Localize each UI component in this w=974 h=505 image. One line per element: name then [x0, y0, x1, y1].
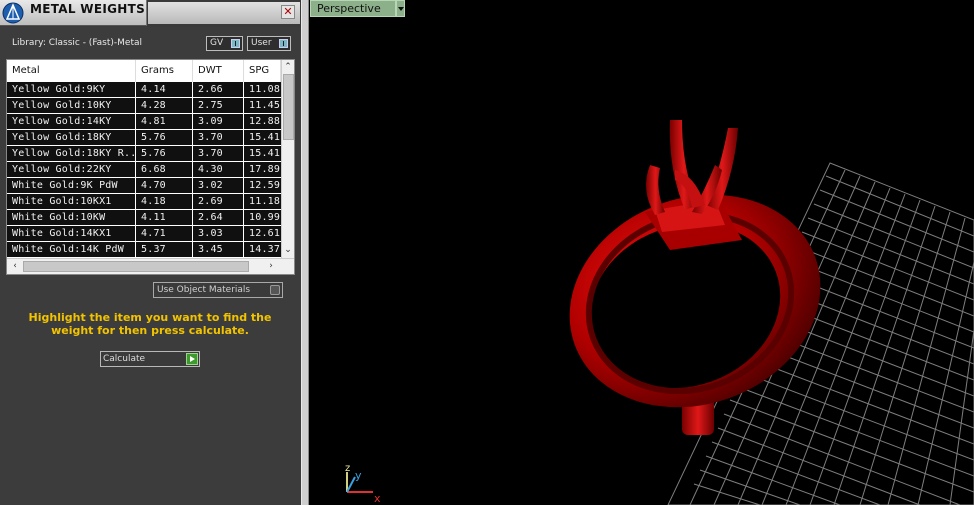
table-row[interactable]: White Gold:10KX1 4.18 2.69 11.18	[7, 194, 281, 210]
calculate-button[interactable]: Calculate	[100, 351, 200, 367]
toggle-indicator-icon	[279, 39, 288, 48]
dwt-cell: 3.45	[193, 242, 244, 257]
dwt-cell: 4.30	[193, 162, 244, 177]
table-row[interactable]: Yellow Gold:18KY 5.76 3.70 15.41	[7, 130, 281, 146]
grams-cell: 4.14	[136, 82, 193, 97]
dwt-cell: 3.02	[193, 178, 244, 193]
spg-cell: 11.45	[249, 100, 281, 111]
dwt-cell: 3.70	[193, 146, 244, 161]
column-header-grams[interactable]: Grams	[136, 60, 193, 82]
spg-cell: 11.18	[249, 196, 281, 207]
metal-cell: Yellow Gold:22KY	[7, 162, 136, 177]
spg-cell: 11.08	[249, 84, 281, 95]
grams-cell: 4.18	[136, 194, 193, 209]
scroll-right-icon[interactable]: ›	[265, 260, 277, 272]
vertical-scrollbar[interactable]: ⌃ ⌄	[281, 60, 294, 258]
use-object-materials-label: Use Object Materials	[157, 285, 251, 295]
metal-cell: White Gold:10KX1	[7, 194, 136, 209]
panel-titlebar: METAL WEIGHTS ✕	[0, 0, 301, 27]
grams-cell: 4.11	[136, 210, 193, 225]
spg-cell: 10.99	[249, 212, 281, 223]
grams-cell: 6.68	[136, 162, 193, 177]
table-row[interactable]: White Gold:10KW 4.11 2.64 10.99	[7, 210, 281, 226]
scroll-down-icon[interactable]: ⌄	[282, 244, 294, 256]
metal-cell: White Gold:9K PdW	[7, 178, 136, 193]
metal-cell: White Gold:14K PdW	[7, 242, 136, 257]
metal-cell: Yellow Gold:10KY	[7, 98, 136, 113]
scroll-left-icon[interactable]: ‹	[9, 260, 21, 272]
user-toggle-label: User	[251, 38, 272, 48]
horizontal-scroll-thumb[interactable]	[23, 261, 249, 272]
library-label: Library: Classic - (Fast)-Metal	[12, 38, 143, 48]
table-header: Metal Grams DWT SPG	[7, 60, 281, 82]
table-row[interactable]: Yellow Gold:22KY 6.68 4.30 17.89	[7, 162, 281, 178]
table-row[interactable]: Yellow Gold:10KY 4.28 2.75 11.45	[7, 98, 281, 114]
grams-cell: 4.71	[136, 226, 193, 241]
grams-cell: 5.37	[136, 242, 193, 257]
spg-cell: 15.41	[249, 148, 281, 159]
spg-cell: 12.61	[249, 228, 281, 239]
column-header-metal[interactable]: Metal	[7, 60, 136, 82]
dwt-cell: 3.70	[193, 130, 244, 145]
metal-weights-panel: METAL WEIGHTS ✕ Library: Classic - (Fast…	[0, 0, 301, 505]
spg-cell: 12.88	[249, 116, 281, 127]
instruction-text: Highlight the item you want to find the …	[28, 311, 272, 337]
play-icon[interactable]	[186, 353, 198, 365]
panel-title: METAL WEIGHTS	[30, 2, 146, 16]
panel-splitter[interactable]	[301, 0, 309, 505]
metal-cell: White Gold:10KW	[7, 210, 136, 225]
dwt-cell: 3.09	[193, 114, 244, 129]
grams-cell: 4.28	[136, 98, 193, 113]
axis-z-label: z	[345, 463, 350, 474]
metal-cell: Yellow Gold:18KY R...	[7, 146, 136, 161]
app-logo-icon	[2, 2, 24, 24]
axis-y-label: y	[355, 469, 362, 482]
horizontal-scrollbar[interactable]: ‹ ›	[7, 258, 294, 274]
dwt-cell: 2.66	[193, 82, 244, 97]
column-header-dwt[interactable]: DWT	[193, 60, 244, 82]
dwt-cell: 3.03	[193, 226, 244, 241]
titlebar-fill	[148, 2, 300, 24]
user-toggle[interactable]: User	[247, 36, 291, 51]
metal-cell: Yellow Gold:9KY	[7, 82, 136, 97]
spg-cell: 17.89	[249, 164, 281, 175]
gv-toggle[interactable]: GV	[206, 36, 243, 51]
column-header-spg[interactable]: SPG	[244, 60, 281, 82]
grams-cell: 4.70	[136, 178, 193, 193]
metal-cell: Yellow Gold:14KY	[7, 114, 136, 129]
dwt-cell: 2.64	[193, 210, 244, 225]
table-row[interactable]: Yellow Gold:18KY R... 5.76 3.70 15.41	[7, 146, 281, 162]
use-object-materials-checkbox[interactable]: Use Object Materials	[153, 282, 283, 298]
grams-cell: 5.76	[136, 130, 193, 145]
table-row[interactable]: Yellow Gold:9KY 4.14 2.66 11.08	[7, 82, 281, 98]
grams-cell: 4.81	[136, 114, 193, 129]
ring-model[interactable]	[539, 120, 850, 442]
toggle-indicator-icon	[231, 39, 240, 48]
checkbox-icon[interactable]	[270, 285, 280, 295]
table-row[interactable]: Yellow Gold:14KY 4.81 3.09 12.88	[7, 114, 281, 130]
spg-cell: 12.59	[249, 180, 281, 191]
gv-toggle-label: GV	[210, 38, 224, 48]
metal-cell: White Gold:14KX1	[7, 226, 136, 241]
axis-x-label: x	[374, 492, 381, 505]
panel-title-tab[interactable]: METAL WEIGHTS	[0, 0, 147, 26]
calculate-label: Calculate	[103, 354, 146, 364]
close-button[interactable]: ✕	[281, 5, 295, 19]
axis-gizmo: z y x	[345, 463, 381, 505]
scene-render: z y x	[345, 120, 974, 505]
scroll-up-icon[interactable]: ⌃	[282, 61, 294, 73]
grams-cell: 5.76	[136, 146, 193, 161]
spg-cell: 15.41	[249, 132, 281, 143]
table-body: Yellow Gold:9KY 4.14 2.66 11.08 Yellow Gold…	[7, 82, 281, 258]
metal-table: Metal Grams DWT SPG Yellow Gold:9KY 4.14 2…	[6, 59, 295, 275]
3d-viewport[interactable]: Perspective z y x	[310, 0, 974, 505]
dwt-cell: 2.75	[193, 98, 244, 113]
metal-cell: Yellow Gold:18KY	[7, 130, 136, 145]
table-row[interactable]: White Gold:14KX1 4.71 3.03 12.61	[7, 226, 281, 242]
table-row[interactable]: White Gold:9K PdW 4.70 3.02 12.59	[7, 178, 281, 194]
dwt-cell: 2.69	[193, 194, 244, 209]
table-row[interactable]: White Gold:14K PdW 5.37 3.45 14.37	[7, 242, 281, 258]
spg-cell: 14.37	[249, 244, 281, 255]
vertical-scroll-thumb[interactable]	[283, 74, 294, 140]
